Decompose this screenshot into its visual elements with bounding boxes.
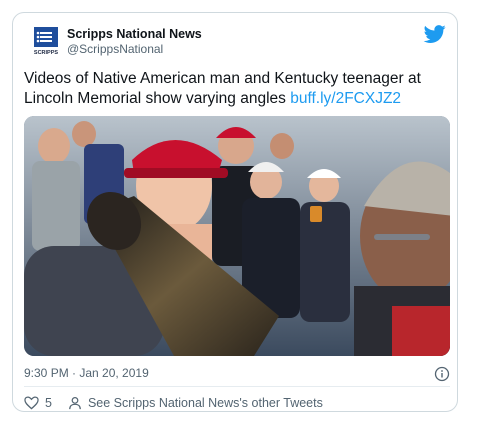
tweet-link[interactable]: buff.ly/2FCXJZ2	[290, 90, 401, 107]
avatar-logo-text: SCRIPPS	[34, 50, 58, 56]
tweet-card[interactable]: SCRIPPS Scripps National News @ScrippsNa…	[12, 12, 458, 412]
other-tweets-label: See Scripps National News's other Tweets	[87, 396, 323, 410]
heart-icon	[24, 396, 39, 410]
tweet-media-image[interactable]	[24, 116, 450, 356]
tweet-text: Videos of Native American man and Kentuc…	[24, 69, 450, 109]
author-block[interactable]: Scripps National News @ScrippsNational	[67, 27, 202, 57]
like-button[interactable]: 5	[24, 396, 52, 410]
tweet-actions: 5 See Scripps National News's other Twee…	[24, 394, 450, 412]
scripps-logo-icon: SCRIPPS	[34, 27, 58, 56]
like-count: 5	[45, 396, 52, 410]
author-handle[interactable]: @ScrippsNational	[67, 42, 202, 57]
media-photo	[24, 116, 450, 356]
tweet-timestamp[interactable]: 9:30 PM · Jan 20, 2019	[24, 366, 149, 380]
other-tweets-link[interactable]: See Scripps National News's other Tweets	[68, 396, 323, 410]
person-icon	[69, 396, 81, 410]
twitter-bird-icon[interactable]	[423, 23, 447, 45]
author-display-name[interactable]: Scripps National News	[67, 27, 202, 42]
tweet-header: SCRIPPS Scripps National News @ScrippsNa…	[23, 23, 447, 63]
info-icon[interactable]	[434, 366, 450, 382]
divider	[24, 386, 450, 387]
author-avatar[interactable]: SCRIPPS	[29, 25, 63, 59]
timestamp-row: 9:30 PM · Jan 20, 2019	[24, 366, 450, 384]
